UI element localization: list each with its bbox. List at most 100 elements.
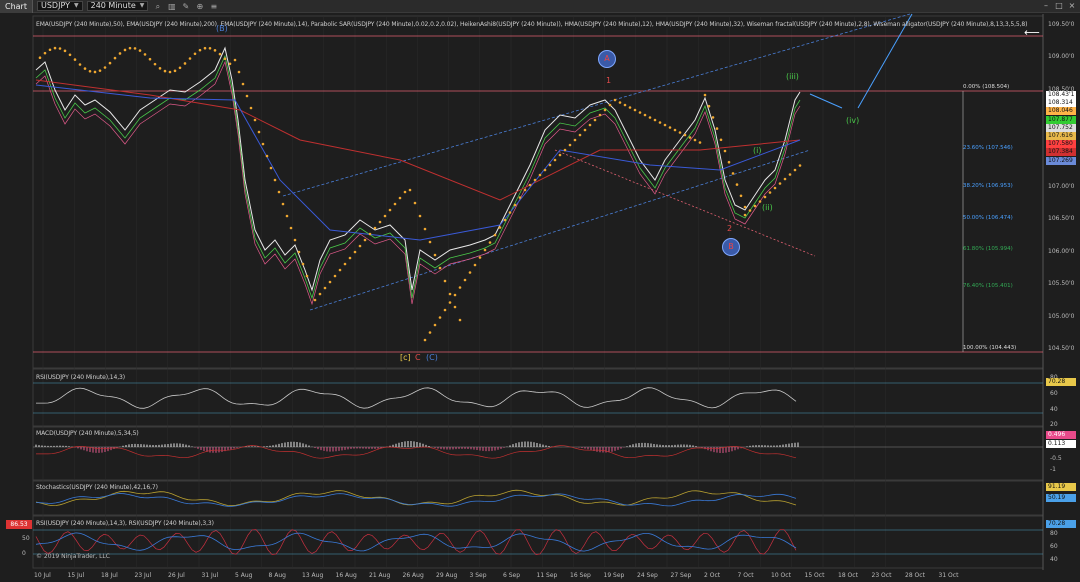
sar-dot: [257, 130, 261, 134]
sar-dot: [748, 209, 752, 212]
sar-dot: [198, 48, 202, 52]
sar-dot: [73, 58, 77, 61]
wave-label-iv: (iv): [846, 116, 860, 125]
sar-dot: [763, 195, 767, 199]
date-axis-label: 23 Jul: [134, 572, 152, 579]
date-axis-label: 15 Oct: [804, 572, 825, 579]
sar-dot: [623, 103, 627, 107]
rsi-line: [36, 387, 797, 409]
price-tag: 107.752: [1046, 123, 1076, 132]
sar-dot: [368, 232, 372, 236]
sar-dot: [673, 128, 677, 132]
date-axis-label: 23 Oct: [871, 572, 892, 579]
sar-dot: [38, 56, 42, 60]
sar-dot: [508, 211, 512, 214]
sar-dot: [433, 323, 437, 327]
rsi-axis-label: 40: [1050, 406, 1058, 413]
sar-dot: [533, 178, 537, 182]
sar-dot: [463, 278, 467, 282]
sar-dot: [707, 104, 711, 108]
wave-label-c-bracket: [c]: [400, 353, 411, 362]
projection-arrow-iv: [809, 93, 843, 109]
sar-dot: [413, 201, 417, 205]
rsi2-axis-label: 40: [1050, 556, 1058, 563]
sar-dot: [305, 274, 309, 278]
wave-label-ii: (ii): [762, 203, 773, 212]
price-tag: 107.877: [1046, 115, 1076, 124]
sar-dot: [703, 93, 707, 97]
sar-dot: [83, 67, 87, 70]
sar-dot: [398, 196, 402, 200]
sar-dot: [458, 286, 462, 289]
sar-dot: [593, 118, 597, 122]
sar-dot: [297, 250, 301, 254]
sar-dot: [128, 46, 132, 50]
wave-circle-a: A: [598, 50, 616, 68]
sar-dot: [183, 62, 187, 65]
sar-dot: [163, 69, 167, 73]
sar-dot: [483, 248, 487, 252]
sar-dot: [143, 53, 147, 56]
sar-dot: [228, 62, 232, 66]
sar-dot: [778, 182, 782, 185]
sar-dot: [383, 214, 387, 218]
sar-dot: [448, 292, 452, 296]
sar-dot: [739, 194, 743, 198]
date-axis-label: 16 Sep: [570, 572, 591, 579]
sar-dot: [358, 244, 362, 248]
wave-label-c-paren: (C): [426, 353, 438, 362]
price-axis-label: 106.00'0: [1048, 247, 1075, 255]
rsi-left-value-tag: 86.53: [6, 520, 32, 529]
sar-dot: [408, 188, 412, 192]
sar-dot: [123, 48, 127, 52]
sar-dot: [53, 46, 57, 50]
sar-dot: [453, 305, 457, 309]
projection-arrow-v: [857, 13, 913, 109]
date-axis-label: 31 Oct: [938, 572, 959, 579]
sar-dot: [723, 149, 727, 153]
sar-dot: [63, 49, 67, 53]
sar-dot: [453, 293, 457, 297]
sar-dot: [218, 52, 222, 56]
fib-level-label: 50.00% (106.474): [963, 215, 1013, 221]
chart-canvas[interactable]: [0, 0, 1080, 582]
sar-dot: [598, 113, 602, 117]
sar-dot: [758, 200, 762, 203]
stochastic-value-tag: 50.19: [1046, 494, 1076, 502]
sar-dot: [498, 226, 502, 229]
sar-dot: [731, 172, 735, 175]
date-axis-label: 28 Oct: [905, 572, 925, 579]
rsi2-axis-label: 80: [1050, 530, 1058, 537]
wave-label-iii: (iii): [786, 72, 799, 81]
fib-level-label: 23.60% (107.546): [963, 145, 1013, 151]
sar-dot: [273, 178, 277, 182]
stochastic-value-tag: 91.19: [1046, 483, 1076, 491]
sar-dot: [613, 98, 617, 102]
sar-dot: [423, 338, 427, 342]
sar-dot: [241, 82, 245, 86]
sar-dot: [68, 53, 72, 57]
sar-dot: [88, 69, 92, 73]
sar-dot: [58, 47, 62, 50]
sar-dot: [433, 253, 437, 257]
sar-dot: [423, 227, 427, 231]
back-arrow-icon[interactable]: ⟵: [1024, 26, 1040, 39]
sar-dot: [658, 121, 662, 124]
sar-dot: [668, 126, 672, 129]
sar-dot: [438, 266, 442, 270]
wave-label-i: (i): [753, 146, 762, 155]
rsi2-value-tag: 70.28: [1046, 520, 1076, 528]
fib-level-label: 61.80% (105.994): [963, 246, 1013, 252]
sar-dot: [773, 186, 777, 190]
sar-dot: [573, 138, 577, 142]
sar-dot: [493, 233, 497, 237]
sar-dot: [788, 173, 792, 176]
price-axis-label: 105.00'0: [1048, 312, 1075, 320]
sar-dot: [289, 226, 293, 230]
date-axis-label: 8 Aug: [268, 572, 286, 579]
sar-dot: [783, 177, 787, 181]
sar-dot: [688, 136, 692, 139]
sar-dot: [578, 133, 582, 137]
sar-dot: [719, 138, 723, 142]
sar-dot: [735, 183, 739, 186]
